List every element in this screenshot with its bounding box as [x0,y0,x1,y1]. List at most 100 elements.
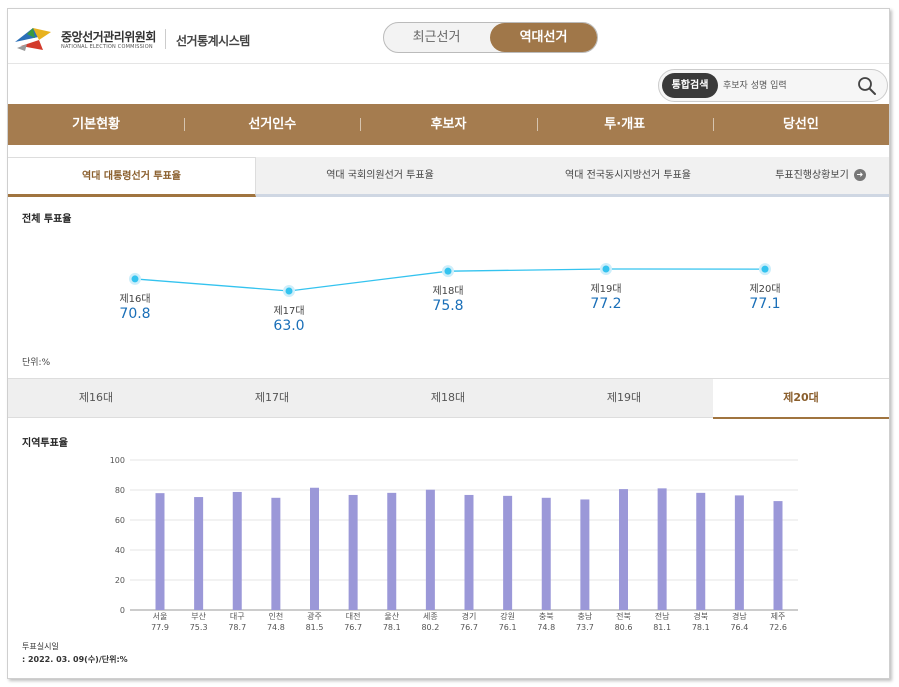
regional-turnout-bar-chart: 0 20 40 60 80 100 서울 77.9 부산 75.3 대구 78.7 인천 74.8 광주 81… [110,456,798,632]
overall-point-label: 제17대 [273,305,304,317]
region-bar[interactable] [348,494,358,610]
tab-election-17[interactable]: 제17대 [184,379,360,418]
region-category-label: 전남 [655,611,670,621]
region-category-label: 광주 [307,611,322,621]
tab-label: 역대 전국동시지방선거 투표율 [565,170,691,181]
region-value-label: 78.7 [228,623,246,632]
nav-electors[interactable]: 선거인수 [184,104,360,145]
nav-candidates[interactable]: 후보자 [360,104,536,145]
region-bar[interactable] [271,497,281,610]
region-category-label: 경남 [732,611,747,621]
region-bar[interactable] [310,487,319,610]
region-bar[interactable] [580,499,590,610]
regional-turnout-title: 지역투표율 [22,438,68,449]
nec-logo-icon[interactable] [13,20,55,52]
tab-election-16[interactable]: 제16대 [8,379,184,418]
overall-point[interactable] [602,265,610,273]
overall-point-value: 77.2 [590,296,621,312]
tab-label: 역대 대통령선거 투표율 [82,171,181,182]
toggle-recent-election[interactable]: 최근선거 [384,23,489,52]
overall-point-value: 75.8 [432,298,463,314]
overall-turnout-title: 전체 투표율 [22,214,72,225]
nav-basic-status[interactable]: 기본현황 [8,104,184,145]
region-category-label: 울산 [384,611,399,621]
search-icon[interactable] [857,76,877,96]
tab-local-election-turnout[interactable]: 역대 전국동시지방선거 투표율 [504,157,752,197]
overall-unit: 단위:% [22,358,51,368]
tab-label: 역대 국회의원선거 투표율 [326,170,434,181]
region-category-label: 경기 [462,611,477,621]
overall-point-label: 제20대 [749,283,780,295]
overall-point[interactable] [285,287,293,295]
search-row: 통합검색 [8,65,889,103]
candidate-search-input[interactable] [723,76,843,95]
region-value-label: 76.1 [499,623,517,632]
region-value-label: 80.2 [421,623,439,632]
toggle-past-elections[interactable]: 역대선거 [490,23,597,52]
tab-label: 투표진행상황보기 [775,170,849,181]
overall-point[interactable] [444,267,452,275]
turnout-subtabs: 역대 대통령선거 투표율 역대 국회의원선거 투표율 역대 전국동시지방선거 투… [8,157,889,197]
region-bar[interactable] [425,489,435,610]
region-category-label: 대구 [230,612,245,621]
y-tick-label: 40 [115,546,125,555]
region-bar[interactable] [155,493,165,610]
y-tick-label: 100 [110,456,125,465]
region-bar[interactable] [464,494,474,610]
region-bar[interactable] [657,488,667,610]
region-category-label: 인천 [269,611,284,621]
header-divider [165,29,166,49]
region-bar[interactable] [696,492,706,610]
tab-election-20[interactable]: 제20대 [713,379,889,419]
region-category-label: 부산 [191,611,206,621]
nav-winners[interactable]: 당선인 [712,104,889,145]
region-bar[interactable] [773,501,783,610]
org-name[interactable]: 중앙선거관리위원회 [61,28,156,45]
integrated-search-badge[interactable]: 통합검색 [662,73,718,98]
region-value-label: 81.5 [306,623,324,632]
y-tick-label: 80 [115,486,125,495]
election-period-toggle: 최근선거 역대선거 [383,22,598,53]
overall-point[interactable] [131,275,139,283]
region-bar[interactable] [541,497,551,610]
region-value-label: 72.6 [769,623,787,632]
tab-election-18[interactable]: 제18대 [360,379,536,418]
y-tick-label: 20 [115,576,125,585]
overall-point-value: 77.1 [749,296,780,312]
region-bar[interactable] [503,495,513,610]
region-bar[interactable] [387,492,397,610]
region-bar[interactable] [232,491,242,610]
region-value-label: 78.1 [383,623,401,632]
election-date-label: 투표실시일 [22,642,59,651]
region-category-label: 경북 [693,611,708,621]
overall-point-label: 제19대 [590,283,621,295]
region-category-label: 서울 [153,612,168,621]
region-value-label: 81.1 [653,623,671,632]
region-value-label: 76.4 [730,623,748,632]
region-value-label: 78.1 [692,623,710,632]
system-name[interactable]: 선거통계시스템 [176,32,250,49]
overall-point-value: 70.8 [119,306,150,322]
tab-election-19[interactable]: 제19대 [536,379,712,418]
region-category-label: 제주 [771,612,786,621]
tab-presidential-turnout[interactable]: 역대 대통령선거 투표율 [8,157,256,197]
header: 중앙선거관리위원회 NATIONAL ELECTION COMMISSION 선… [8,9,889,64]
region-category-label: 세종 [423,612,438,621]
tab-national-assembly-turnout[interactable]: 역대 국회의원선거 투표율 [256,157,504,197]
region-bar[interactable] [194,497,204,610]
arrow-right-icon: ➜ [853,169,866,181]
search-box: 통합검색 [658,69,888,102]
region-bar[interactable] [619,489,628,610]
region-bar[interactable] [734,495,744,610]
region-value-label: 73.7 [576,623,594,632]
tab-voting-progress[interactable]: 투표진행상황보기 ➜ [752,157,889,197]
overall-point-value: 63.0 [273,318,304,334]
nav-voting-counting[interactable]: 투·개표 [536,104,713,145]
overall-point-label: 제18대 [432,285,463,297]
overall-point[interactable] [761,265,769,273]
main-nav: 기본현황 선거인수 후보자 투·개표 당선인 [8,104,889,145]
region-category-label: 강원 [500,611,515,621]
org-subtitle: NATIONAL ELECTION COMMISSION [61,44,153,50]
overall-turnout-line-chart: 제16대70.8 제17대63.0 제18대75.8 제19대77.2 제20대77.1 [119,263,781,334]
y-tick-label: 0 [120,606,125,615]
